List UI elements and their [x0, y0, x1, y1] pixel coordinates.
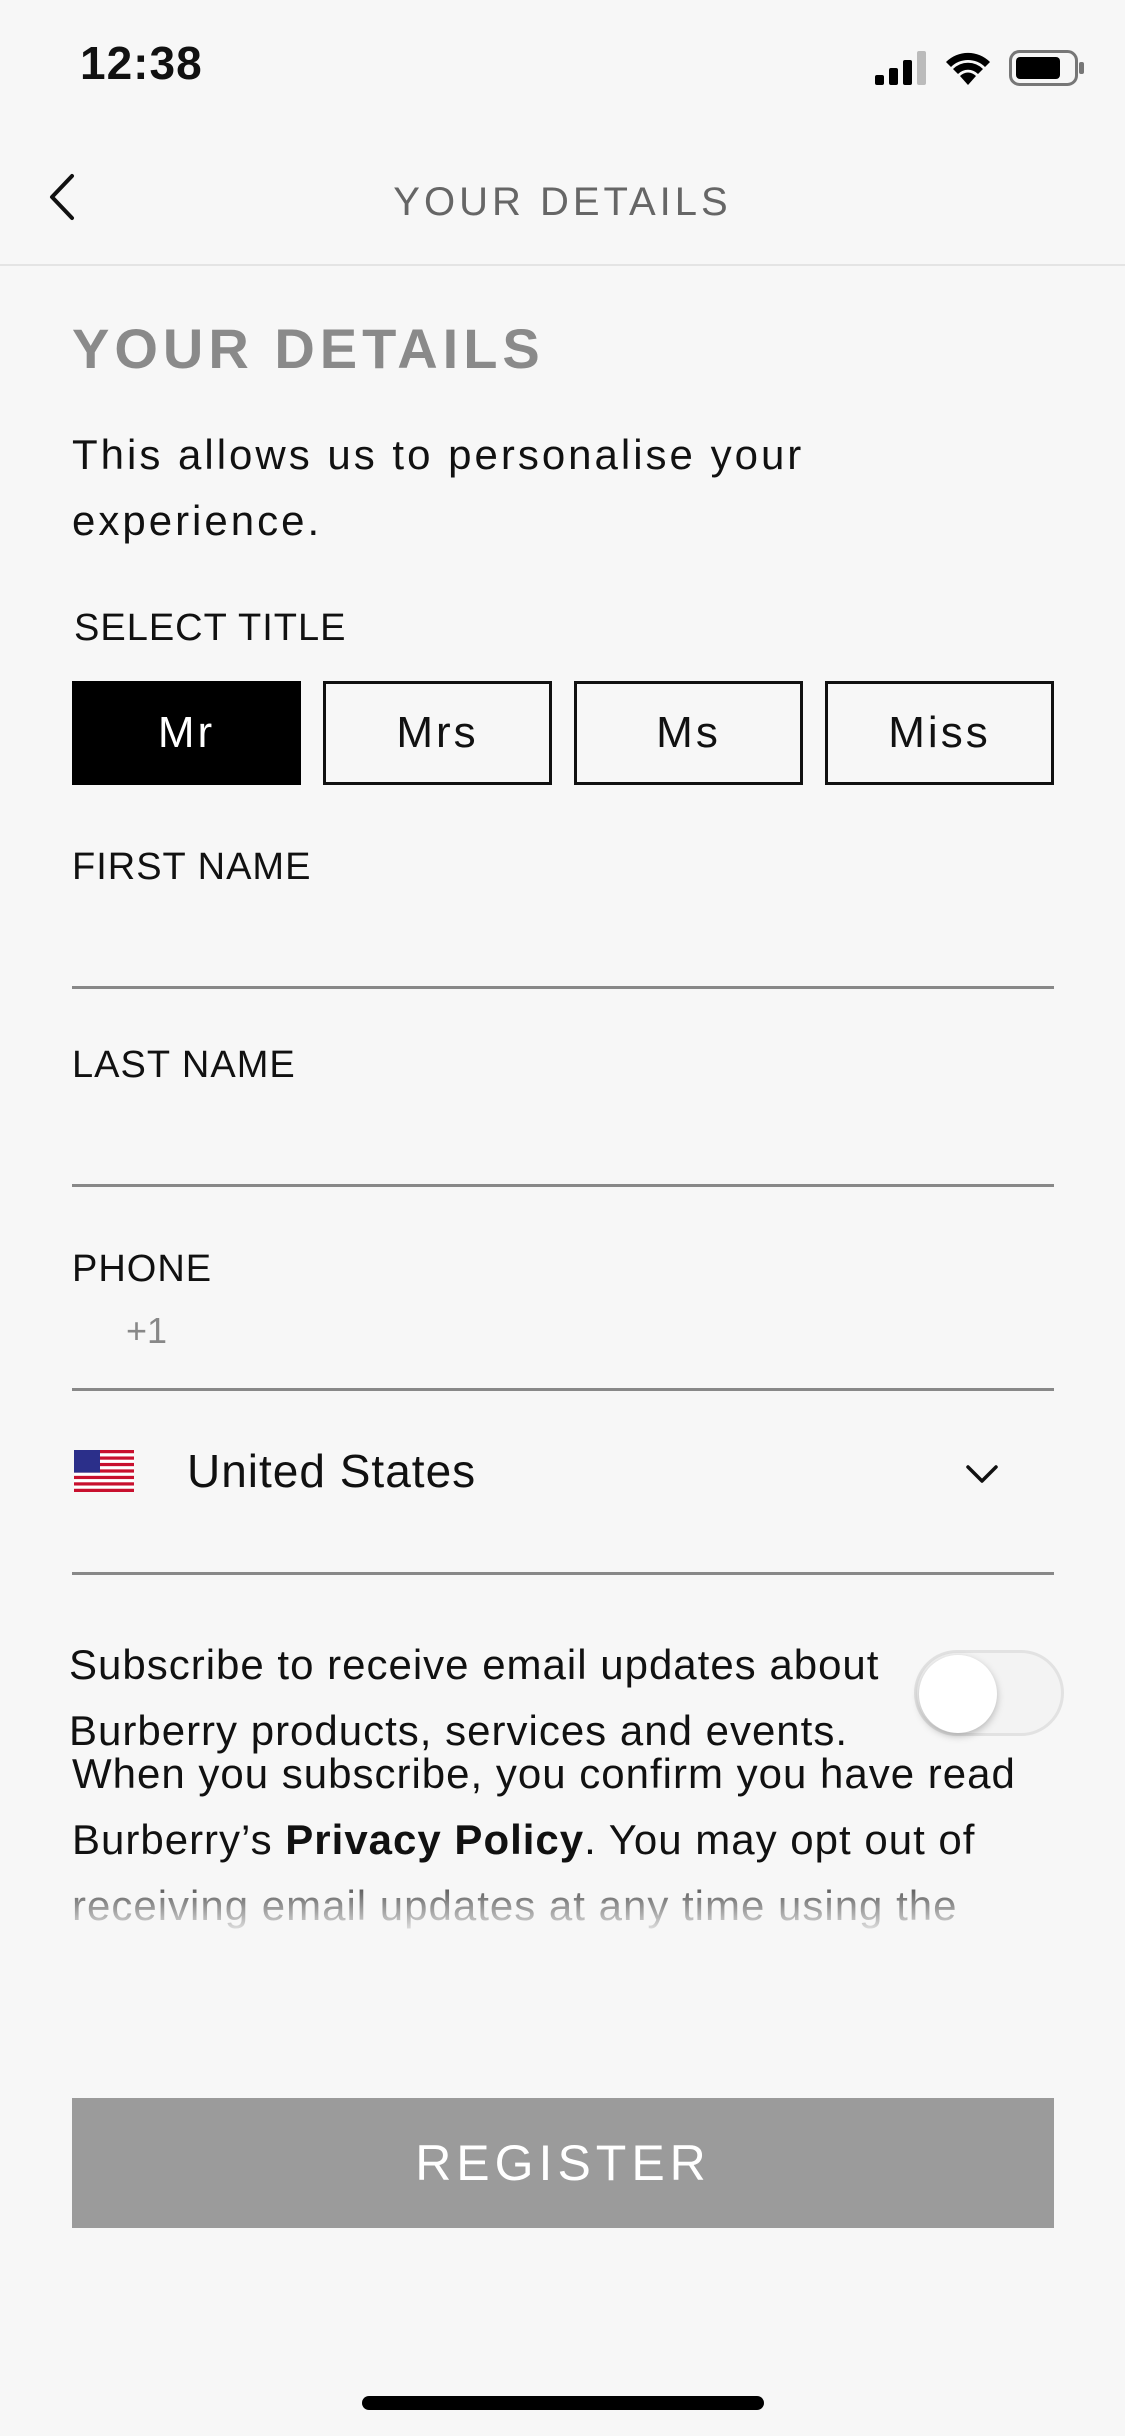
phone-label: PHONE: [72, 1248, 213, 1290]
last-name-field[interactable]: [72, 1122, 1058, 1184]
us-flag-icon: [74, 1450, 134, 1492]
intro-text: This allows us to personalise your exper…: [72, 431, 805, 544]
home-indicator: [362, 2396, 764, 2410]
first-name-label: FIRST NAME: [72, 846, 312, 888]
toggle-knob: [919, 1655, 997, 1733]
nav-title: YOUR DETAILS: [393, 180, 732, 224]
country-name: United States: [187, 1445, 477, 1497]
country-underline: [72, 1572, 1054, 1575]
status-icons: [875, 50, 1085, 86]
privacy-fade: [72, 1864, 1082, 1934]
register-button[interactable]: REGISTER: [72, 2098, 1054, 2228]
first-name-underline: [72, 986, 1054, 989]
title-option-miss[interactable]: Miss: [825, 681, 1054, 785]
title-option-mrs[interactable]: Mrs: [323, 681, 552, 785]
privacy-policy-link[interactable]: Privacy Policy: [285, 1816, 584, 1863]
last-name-label: LAST NAME: [72, 1044, 296, 1086]
cellular-signal-icon: [875, 51, 926, 85]
phone-underline: [72, 1388, 1054, 1391]
page-title: YOUR DETAILS: [72, 317, 545, 380]
country-select[interactable]: United States: [72, 1414, 1054, 1524]
navigation-bar: YOUR DETAILS: [0, 132, 1125, 266]
title-option-ms[interactable]: Ms: [574, 681, 803, 785]
battery-icon: [1009, 50, 1084, 86]
first-name-field[interactable]: [72, 924, 1058, 986]
status-time: 12:38: [80, 37, 203, 89]
phone-prefix: +1: [126, 1310, 168, 1351]
wifi-icon: [946, 52, 990, 85]
phone-field[interactable]: [182, 1304, 1056, 1366]
subscribe-toggle[interactable]: [914, 1650, 1064, 1736]
title-options: Mr Mrs Ms Miss: [72, 681, 1054, 785]
status-bar: 12:38: [0, 0, 1125, 132]
title-option-mr[interactable]: Mr: [72, 681, 301, 785]
chevron-down-icon: [966, 1465, 998, 1483]
select-title-label: SELECT TITLE: [74, 607, 347, 649]
last-name-underline: [72, 1184, 1054, 1187]
